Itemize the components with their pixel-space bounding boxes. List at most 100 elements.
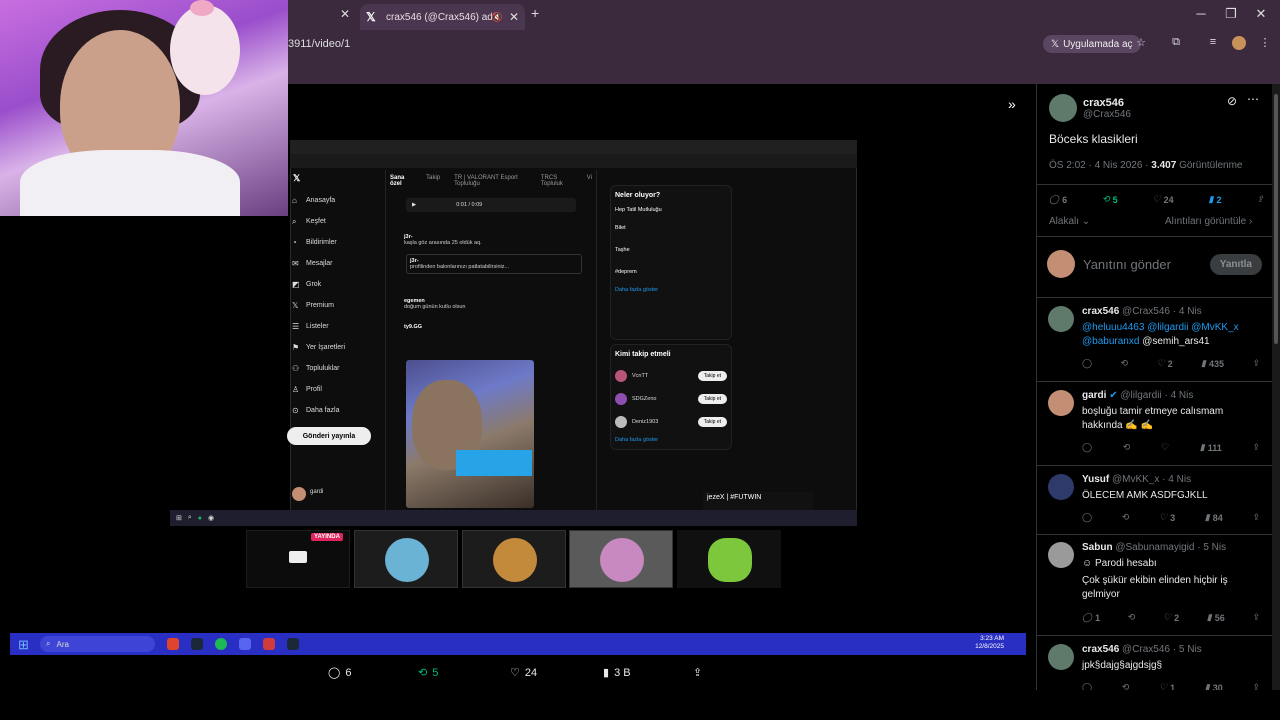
share-icon[interactable]: ⇪ bbox=[1252, 442, 1260, 453]
reply-icon[interactable]: ◯ bbox=[1082, 442, 1092, 453]
reply-name[interactable]: crax546 bbox=[1082, 644, 1119, 655]
nav-label: Anasayfa bbox=[306, 197, 336, 204]
views-action[interactable]: ▮ 111 bbox=[1200, 442, 1222, 453]
like-count: 2 bbox=[1174, 612, 1180, 623]
reply-name[interactable]: crax546 bbox=[1082, 306, 1119, 317]
author-avatar[interactable] bbox=[1049, 94, 1077, 122]
views-count: 435 bbox=[1208, 358, 1225, 369]
repost-icon[interactable]: ⟲ bbox=[1122, 682, 1130, 690]
nav-item: ⚑ Yer İşaretleri bbox=[290, 337, 380, 358]
grok-icon[interactable]: ⊘ bbox=[1227, 94, 1237, 108]
reply-icon[interactable]: ◯ bbox=[1082, 512, 1092, 523]
scrollbar[interactable] bbox=[1272, 84, 1280, 690]
more-options-icon[interactable]: ⋯ bbox=[1247, 92, 1259, 106]
video-inner-titlebar bbox=[290, 140, 857, 154]
sort-dropdown[interactable]: Alakalı ⌄ bbox=[1049, 216, 1090, 227]
media-controls-icon[interactable]: ≡ bbox=[1205, 36, 1221, 52]
spotify-icon: ● bbox=[197, 514, 203, 522]
repost-action[interactable]: ⟲ 5 bbox=[1102, 194, 1118, 205]
x-logo-icon: 𝕏 bbox=[292, 301, 299, 310]
views-action[interactable]: ▮ 3 B bbox=[603, 666, 631, 680]
repost-icon[interactable]: ⟲ bbox=[1123, 442, 1131, 453]
mini-user-name: gardi bbox=[310, 489, 324, 495]
views-icon: ▮ bbox=[1199, 442, 1205, 452]
reply-mention-tail[interactable]: @semih_ars41 bbox=[1139, 336, 1209, 347]
profile-avatar[interactable] bbox=[1232, 36, 1246, 50]
mini-post-text: profilinden balonlarınızı patlatabilirsi… bbox=[410, 264, 510, 270]
reply-avatar[interactable] bbox=[1048, 542, 1074, 568]
nav-item: ◔ Bildirimler bbox=[290, 232, 380, 253]
reply-action[interactable]: ◯ 6 bbox=[1049, 194, 1067, 205]
views-action[interactable]: ▮ 56 bbox=[1207, 612, 1225, 623]
close-tab-icon[interactable]: ✕ bbox=[340, 7, 350, 21]
reply-avatar[interactable] bbox=[1048, 390, 1074, 416]
mini-post-text: doğum günün kutlu olsun bbox=[404, 304, 466, 310]
bookmark-star-icon[interactable]: ☆ bbox=[1133, 36, 1149, 52]
nav-item: ✉ Mesajlar bbox=[290, 253, 380, 274]
share-icon[interactable]: ⇪ bbox=[1252, 358, 1260, 369]
post-detail-panel: crax546 @Crax546 ⊘ ⋯ Böceks klasikleri Ö… bbox=[1036, 84, 1272, 690]
more-menu-icon[interactable]: ⋮ bbox=[1257, 36, 1273, 52]
reply-avatar[interactable] bbox=[1048, 644, 1074, 670]
like-action[interactable]: ♡ 2 bbox=[1157, 358, 1173, 369]
maximize-icon[interactable]: ❐ bbox=[1216, 6, 1246, 22]
repost-icon[interactable]: ⟲ bbox=[1122, 512, 1130, 523]
share-icon[interactable]: ⇪ bbox=[1252, 512, 1260, 523]
taskbar-clock: 3:23 AM 12/8/2025 bbox=[975, 635, 1004, 651]
nav-label: Listeler bbox=[306, 323, 329, 330]
reply-icon[interactable]: ◯ bbox=[1082, 358, 1092, 369]
reply-action[interactable]: ◯ 1 bbox=[1082, 612, 1100, 623]
reply-text: Çok şükür ekibin elinden hiçbir iş gelmi… bbox=[1082, 575, 1228, 600]
video-inner-nav: ⌂ Anasayfa ⌕ Keşfet ◔ Bildirimler ✉ Mesajlar… bbox=[290, 190, 380, 421]
reply-avatar[interactable] bbox=[1048, 474, 1074, 500]
bookmark-action[interactable]: ▮ 2 bbox=[1209, 194, 1222, 205]
parody-icon: ☺ bbox=[1082, 558, 1095, 569]
minimize-icon[interactable]: ─ bbox=[1186, 6, 1216, 21]
scrollbar-thumb[interactable] bbox=[1274, 94, 1278, 344]
close-tab-icon[interactable]: ✕ bbox=[509, 10, 519, 24]
share-icon[interactable]: ⇪ bbox=[1252, 612, 1260, 623]
quotes-link[interactable]: Alıntıları görüntüle › bbox=[1165, 216, 1252, 227]
reply-avatar[interactable] bbox=[1048, 306, 1074, 332]
like-action[interactable]: ♡ 24 bbox=[510, 666, 537, 680]
like-action[interactable]: ♡ 3 bbox=[1159, 512, 1175, 523]
reply-action[interactable]: ◯ 6 bbox=[328, 666, 351, 680]
reply-name[interactable]: Yusuf bbox=[1082, 474, 1109, 485]
repost-icon[interactable]: ⟲ bbox=[1121, 358, 1129, 369]
expand-icon[interactable]: » bbox=[1008, 96, 1016, 112]
views-action[interactable]: ▮ 84 bbox=[1205, 512, 1223, 523]
heart-icon: ♡ bbox=[510, 667, 520, 679]
mini-tab: Takip bbox=[426, 175, 441, 181]
reply-name[interactable]: Sabun bbox=[1082, 542, 1113, 553]
reply-icon[interactable]: ◯ bbox=[1082, 682, 1092, 690]
like-action[interactable]: ♡ 24 bbox=[1153, 194, 1174, 205]
share-icon[interactable]: ⇪ bbox=[1252, 682, 1260, 690]
repost-icon[interactable]: ⟲ bbox=[1128, 612, 1136, 623]
new-tab-button[interactable]: + bbox=[531, 5, 539, 21]
taskbar-search: ⌕ Ara bbox=[40, 636, 155, 652]
like-action[interactable]: ♡ 1 bbox=[1159, 682, 1175, 690]
views-action[interactable]: ▮ 435 bbox=[1201, 358, 1224, 369]
like-action[interactable]: ♡ 2 bbox=[1163, 612, 1179, 623]
repost-action[interactable]: ⟲ 5 bbox=[418, 666, 438, 680]
reply-input[interactable]: Yanıtını gönder bbox=[1083, 257, 1210, 272]
views-action[interactable]: ▮ 30 bbox=[1205, 682, 1223, 690]
reply-header: Yusuf @MvKK_x · 4 Nis bbox=[1082, 474, 1191, 485]
mute-icon[interactable]: 🔇 bbox=[492, 12, 503, 23]
reply-name[interactable]: gardi bbox=[1082, 390, 1106, 401]
post-timestamp: ÖS 2:02 · 4 Nis 2026 · bbox=[1049, 160, 1152, 171]
heart-icon[interactable]: ♡ bbox=[1161, 442, 1169, 453]
browser-tab-active[interactable]: 𝕏 crax546 (@Crax546) adlı kulla... 🔇 ✕ bbox=[360, 4, 525, 30]
url-text[interactable]: 3911/video/1 bbox=[288, 38, 350, 50]
close-window-icon[interactable]: ✕ bbox=[1246, 6, 1276, 22]
reply-submit-button[interactable]: Yanıtla bbox=[1209, 253, 1262, 275]
share-action[interactable]: ⇪ bbox=[1256, 194, 1264, 205]
author-handle[interactable]: @Crax546 bbox=[1083, 109, 1131, 120]
extensions-icon[interactable]: ⧉ bbox=[1168, 36, 1184, 52]
share-action[interactable]: ⇪ bbox=[693, 666, 702, 679]
author-name[interactable]: crax546 bbox=[1083, 97, 1131, 109]
open-in-app-button[interactable]: 𝕏 Uygulamada aç bbox=[1043, 35, 1141, 53]
reply-text: ÖLECEM AMK ASDFGJKLL bbox=[1082, 490, 1208, 501]
repost-icon: ⟲ bbox=[418, 667, 428, 679]
streamer-webcam bbox=[0, 0, 288, 216]
